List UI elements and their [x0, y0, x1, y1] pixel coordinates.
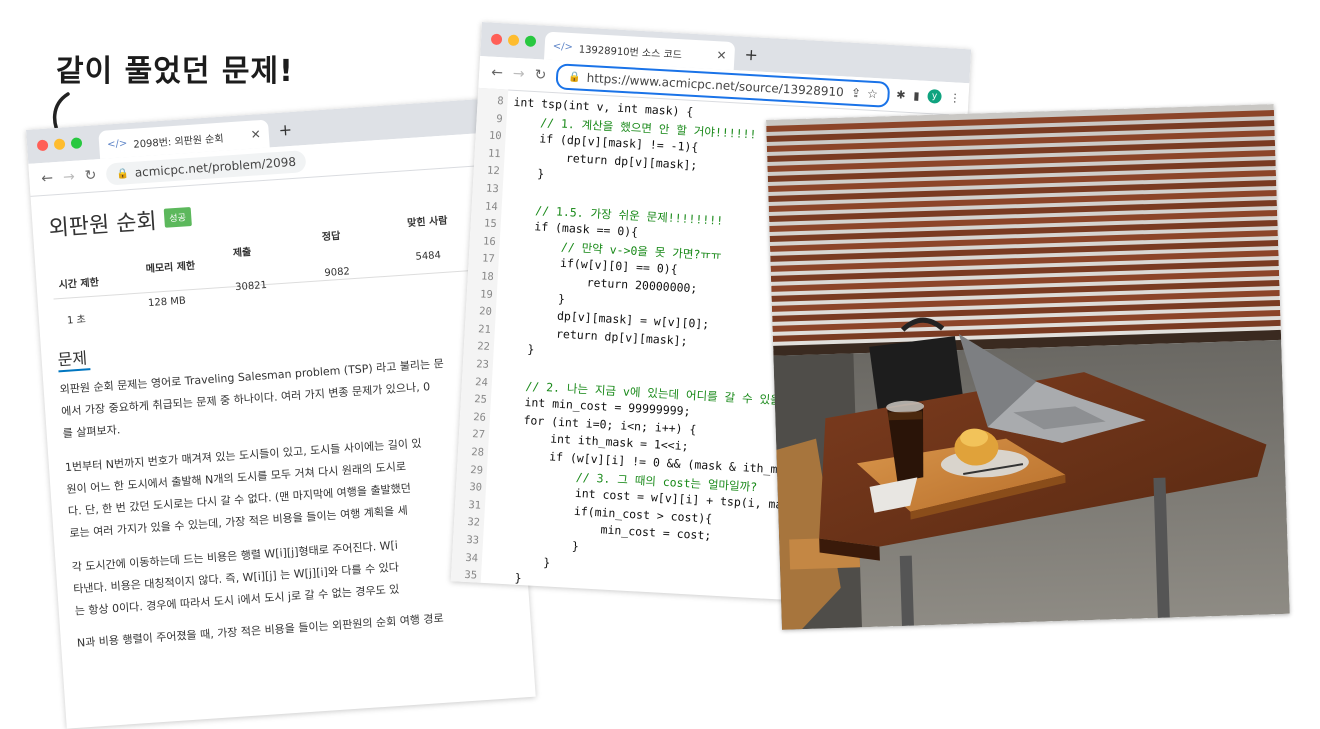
line-number: 30: [469, 481, 483, 494]
window-blinds-icon: [766, 104, 1282, 356]
line-number: 11: [487, 147, 501, 161]
back-icon[interactable]: ←: [41, 170, 54, 187]
code-line: }: [502, 288, 566, 306]
paragraph-line: 를 살펴보자.: [62, 423, 121, 441]
line-number: 35: [464, 569, 478, 582]
line-number: 19: [479, 287, 494, 301]
url-text: https://www.acmicpc.net/source/13928910: [586, 70, 845, 100]
table-cell: 5484: [415, 250, 442, 263]
line-number: 10: [488, 129, 502, 143]
table-header: 정답: [321, 230, 341, 244]
line-number: 17: [481, 252, 496, 266]
table-cell: 9082: [324, 266, 351, 280]
line-number: 31: [468, 498, 482, 512]
code-line: }: [487, 551, 551, 570]
line-number: 23: [475, 358, 490, 371]
maximize-window-icon[interactable]: [70, 137, 83, 149]
line-number: 12: [486, 164, 501, 178]
line-number: 21: [477, 323, 492, 336]
line-number: 16: [482, 235, 497, 248]
cafe-photo: [766, 104, 1290, 630]
forward-icon[interactable]: →: [63, 169, 76, 186]
status-badge: 성공: [163, 207, 192, 228]
page-title: 외판원 순회: [47, 209, 158, 242]
tab-title: 2098번: 외판원 순회: [133, 133, 224, 151]
share-icon[interactable]: ⇪: [851, 86, 862, 101]
line-number: 26: [472, 410, 487, 424]
headline: 같이 풀었던 문제!: [56, 54, 294, 89]
line-number: 29: [470, 463, 484, 477]
section-heading: 문제: [57, 348, 88, 370]
line-number: 28: [470, 446, 485, 459]
line-number: 25: [473, 393, 488, 407]
code-line: }: [488, 534, 580, 554]
line-number: 14: [484, 200, 499, 213]
code-favicon-icon: </>: [552, 40, 574, 53]
line-number: 22: [476, 340, 491, 354]
line-number: 8: [496, 94, 504, 108]
line-number: 15: [483, 217, 498, 231]
reload-icon[interactable]: ↻: [534, 67, 547, 84]
window-controls[interactable]: [36, 137, 83, 152]
table-header: 제출: [232, 246, 252, 260]
close-tab-icon[interactable]: ✕: [716, 48, 727, 63]
maximize-window-icon[interactable]: [524, 35, 537, 48]
table-cell: 1 초: [66, 314, 87, 327]
table-header: 메모리 제한: [145, 260, 196, 276]
close-tab-icon[interactable]: ✕: [250, 127, 261, 142]
toolbar-icons: ✱ ▮ y ⋮: [896, 87, 961, 105]
bookmark-star-icon[interactable]: ☆: [867, 87, 879, 102]
sidepanel-icon[interactable]: ▮: [913, 89, 920, 102]
line-number: 18: [480, 270, 495, 284]
line-number: 24: [474, 375, 489, 389]
minimize-window-icon[interactable]: [53, 138, 66, 151]
table-cell: 128 MB: [147, 295, 187, 310]
code-line: }: [509, 165, 545, 182]
table-header: 시간 제한: [58, 277, 100, 292]
line-number: 20: [478, 305, 493, 319]
line-number: 13: [485, 182, 500, 196]
line-number: 33: [466, 533, 480, 547]
extensions-icon[interactable]: ✱: [896, 88, 906, 101]
cafe-photo-illustration: [766, 104, 1290, 630]
menu-icon[interactable]: ⋮: [949, 91, 961, 105]
avatar[interactable]: y: [927, 88, 942, 104]
close-window-icon[interactable]: [490, 33, 503, 46]
line-number: 32: [467, 516, 481, 530]
new-tab-icon[interactable]: +: [278, 120, 293, 140]
reload-icon[interactable]: ↻: [84, 167, 97, 184]
code-line: }: [499, 340, 535, 357]
tab-title: 13928910번 소스 코드: [578, 43, 683, 61]
line-number: 27: [471, 428, 486, 442]
table-cell: 30821: [234, 279, 268, 294]
line-number: 34: [465, 551, 479, 565]
divider: [53, 267, 507, 300]
code-line: }: [486, 569, 523, 586]
back-icon[interactable]: ←: [491, 65, 504, 82]
forward-icon[interactable]: →: [512, 66, 525, 83]
window-controls[interactable]: [490, 33, 537, 48]
table-header: 맞힌 사람: [406, 215, 448, 230]
lock-icon: 🔒: [116, 167, 130, 180]
url-text: acmicpc.net/problem/2098: [134, 154, 297, 180]
close-window-icon[interactable]: [36, 139, 49, 152]
lock-icon: 🔒: [567, 71, 582, 84]
new-tab-icon[interactable]: +: [744, 45, 758, 65]
code-favicon-icon: </>: [106, 137, 128, 150]
minimize-window-icon[interactable]: [507, 34, 520, 47]
line-number: 9: [495, 112, 503, 125]
